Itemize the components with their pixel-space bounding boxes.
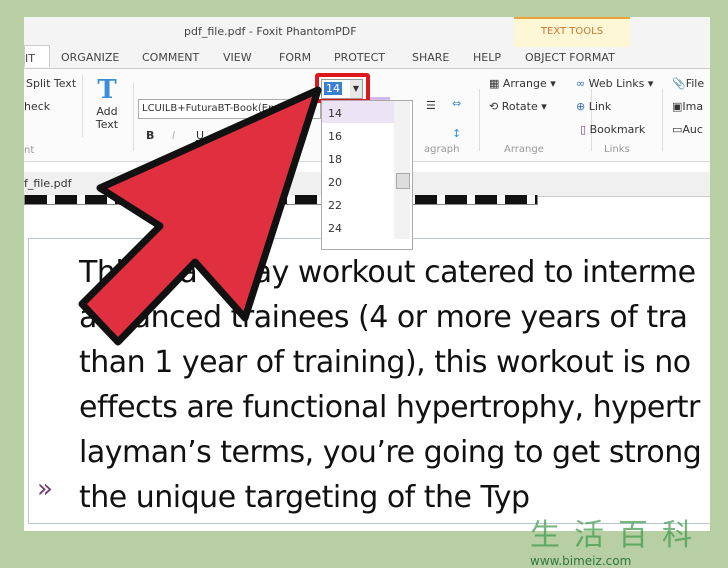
red-arrow-pointer <box>78 86 322 346</box>
watermark-glyphs: 生活百科 <box>530 518 706 553</box>
watermark-logo: 生活百科 www.bimeiz.com <box>530 510 706 568</box>
arrow-icon <box>78 86 322 346</box>
watermark-url: www.bimeiz.com <box>530 554 632 568</box>
